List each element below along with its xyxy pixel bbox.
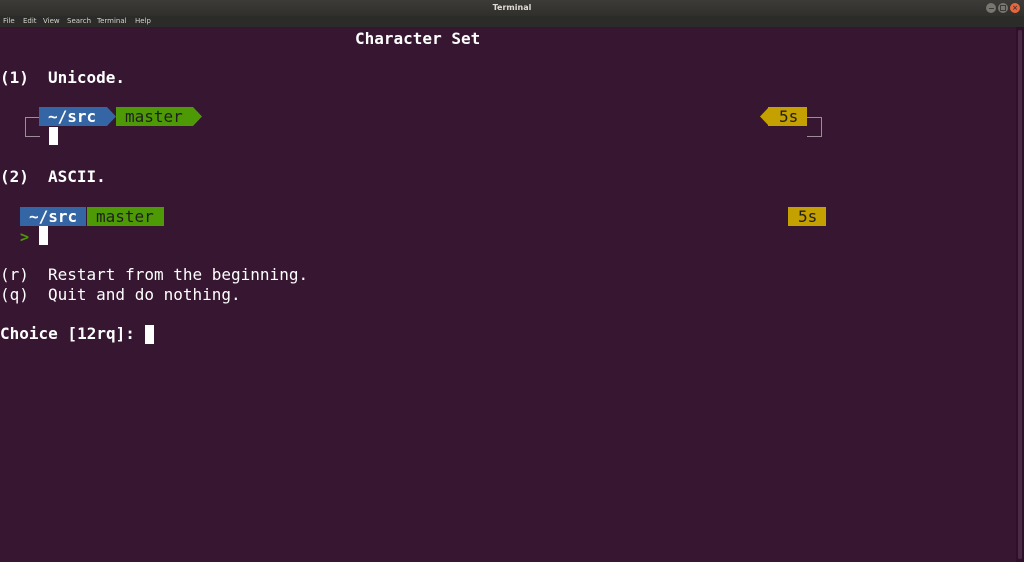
minimize-icon <box>988 7 994 9</box>
option-1-key: (1) <box>0 68 29 87</box>
choice-cursor[interactable] <box>145 325 154 344</box>
maximize-button[interactable] <box>998 3 1008 13</box>
unicode-branch-arrow-icon <box>193 107 202 126</box>
menu-bar: File Edit View Search Terminal Help <box>0 16 1024 27</box>
ascii-duration-segment: 5s <box>788 207 826 226</box>
unicode-branch-segment: master <box>116 107 193 126</box>
menu-view[interactable]: View <box>43 17 60 25</box>
window-title: Terminal <box>492 3 532 12</box>
unicode-duration-segment: 5s <box>768 107 807 126</box>
menu-edit[interactable]: Edit <box>23 17 37 25</box>
restart-key: (r) <box>0 265 29 284</box>
option-2-label: ASCII. <box>48 167 106 186</box>
option-2-key: (2) <box>0 167 29 186</box>
close-button[interactable]: × <box>1010 3 1020 13</box>
ascii-branch-segment: master <box>87 207 164 226</box>
quit-label: Quit and do nothing. <box>48 285 241 304</box>
restart-label: Restart from the beginning. <box>48 265 309 284</box>
page-title: Character Set <box>355 29 481 48</box>
ascii-dir-segment: ~/src <box>20 207 86 226</box>
option-1-label: Unicode. <box>48 68 126 87</box>
minimize-button[interactable] <box>986 3 996 13</box>
title-bar: Terminal × <box>0 0 1024 16</box>
menu-terminal[interactable]: Terminal <box>97 17 127 25</box>
left-prompt-frame <box>25 117 40 137</box>
scrollbar[interactable] <box>1016 27 1024 562</box>
menu-help[interactable]: Help <box>135 17 151 25</box>
ascii-cursor <box>39 226 48 245</box>
ascii-prompt-char: > <box>20 228 30 246</box>
choice-prompt: Choice [12rq]: <box>0 324 135 343</box>
unicode-dir-segment: ~/src <box>39 107 107 126</box>
close-icon: × <box>1012 3 1018 12</box>
terminal-output[interactable]: Character Set (1) Unicode. ~/src master … <box>0 27 1016 562</box>
right-prompt-frame <box>807 117 822 137</box>
unicode-cursor <box>49 127 58 145</box>
maximize-icon <box>1000 5 1006 11</box>
menu-file[interactable]: File <box>3 17 15 25</box>
scrollbar-thumb[interactable] <box>1018 30 1022 559</box>
quit-key: (q) <box>0 285 29 304</box>
menu-search[interactable]: Search <box>67 17 91 25</box>
